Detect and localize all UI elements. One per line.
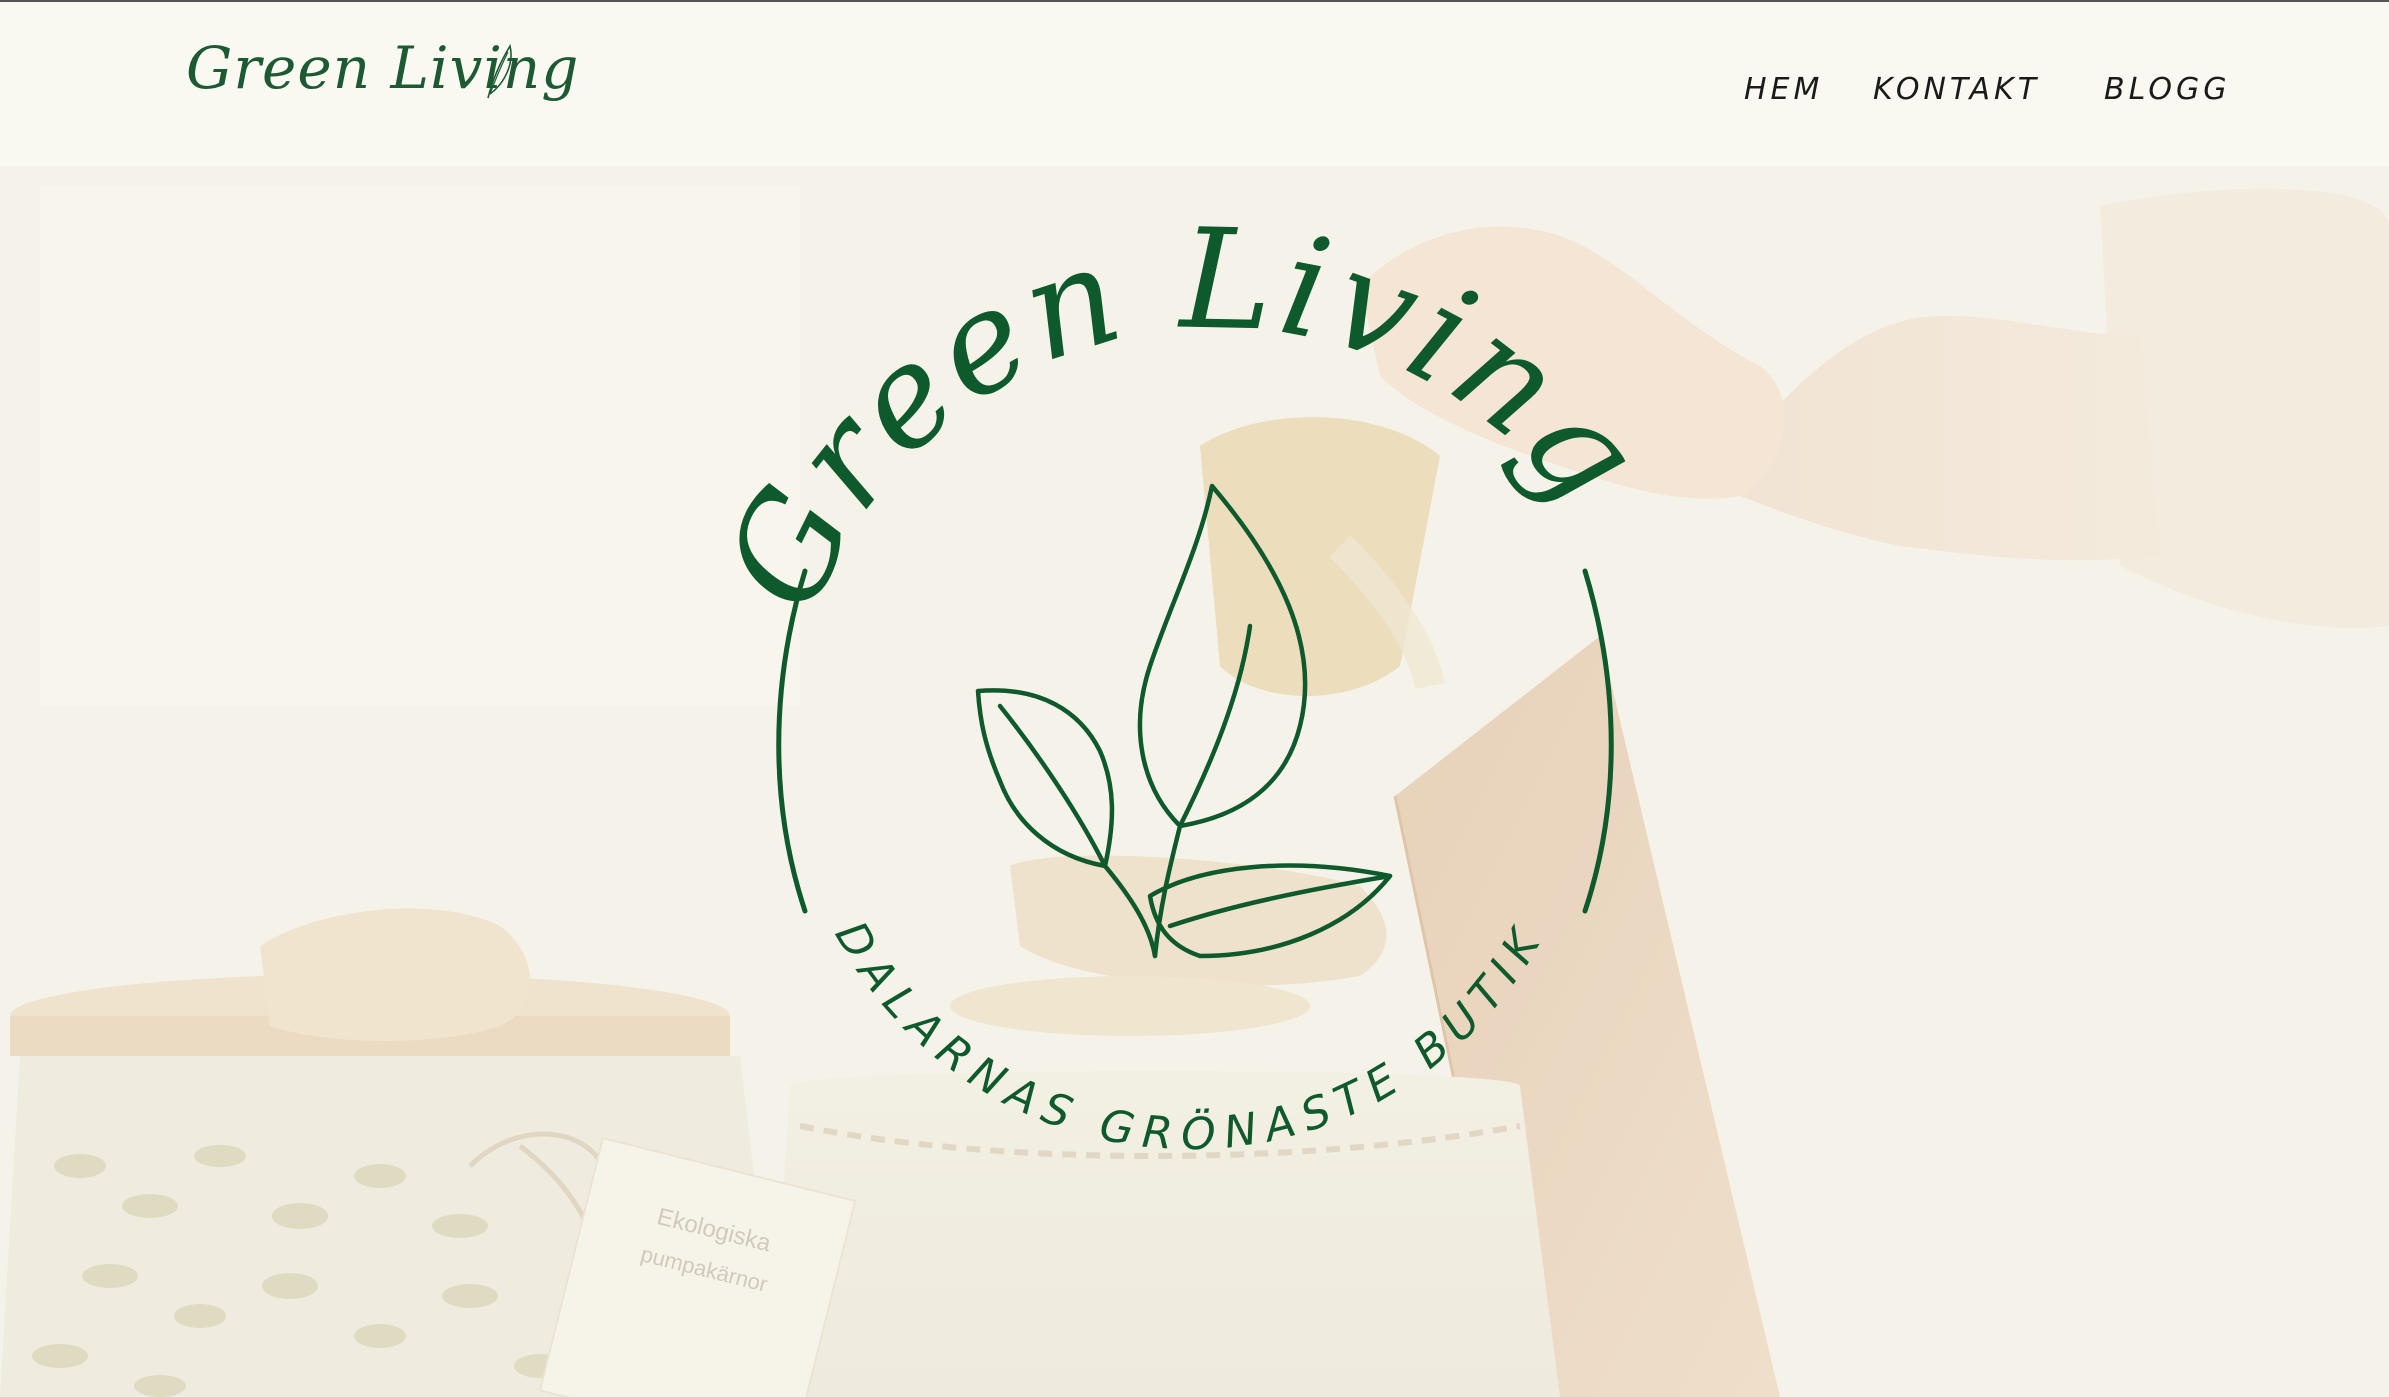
leaf-icon bbox=[487, 43, 512, 99]
site-logo[interactable]: Green Living bbox=[186, 34, 579, 102]
nav-hem[interactable]: HEM bbox=[1744, 72, 1823, 112]
nav-blogg[interactable]: BLOGG bbox=[2104, 72, 2230, 112]
emblem-title: Green Living bbox=[693, 198, 1675, 633]
site-header: Green Living HEM KONTAKT BLOGG bbox=[0, 2, 2389, 166]
nav-kontakt[interactable]: KONTAKT bbox=[1873, 72, 2040, 112]
hero-banner: Ekologiska pumpakärnor Green Living DALA… bbox=[0, 166, 2389, 1397]
leaves-emblem-icon bbox=[975, 483, 1393, 959]
green-living-emblem: Green Living DALARNAS GRÖNASTE BUTIK bbox=[693, 198, 1675, 1160]
